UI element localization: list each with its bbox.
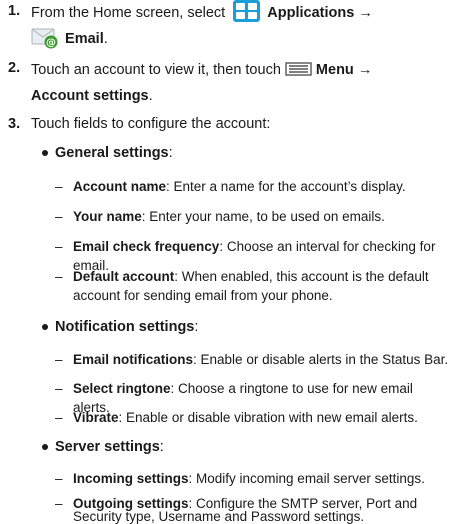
dash: – (55, 496, 63, 511)
item-term: Email check frequency (73, 239, 220, 254)
applications-grid-icon (233, 0, 261, 22)
bullet-dot (42, 324, 48, 330)
menu-label: Menu (315, 62, 354, 78)
list-item: – Outgoing settings: Configure the SMTP … (0, 496, 473, 524)
item-term: Incoming settings (73, 471, 189, 486)
step-text: From the Home screen, select (31, 5, 226, 21)
step-2: 2. Touch an account to view it, then tou… (0, 57, 473, 109)
period: . (148, 88, 153, 104)
item-term: Email notifications (73, 352, 194, 367)
section-title: Notification settings (55, 319, 195, 335)
step-3: 3. Touch fields to configure the account… (0, 111, 473, 137)
dash: – (55, 209, 63, 224)
applications-label: Applications (267, 5, 355, 21)
colon: : (168, 145, 173, 161)
bullet-dot (42, 444, 48, 450)
list-item: – Incoming settings: Modify incoming ema… (0, 469, 473, 488)
arrow: → (357, 62, 373, 78)
period: . (103, 31, 108, 47)
list-item: – Your name: Enter your name, to be used… (0, 207, 473, 226)
section-title: Server settings (55, 439, 160, 455)
list-item: – Email notifications: Enable or disable… (0, 350, 473, 369)
dash: – (55, 381, 63, 396)
dash: – (55, 410, 63, 425)
item-desc: : Enter your name, to be used on emails. (141, 209, 385, 224)
item-term: Vibrate (73, 410, 119, 425)
step-number: 3. (8, 116, 21, 132)
item-desc: : Enter a name for the account’s display… (166, 179, 406, 194)
dash: – (55, 269, 63, 284)
arrow: → (358, 5, 373, 21)
step-text: Touch an account to view it, then touch (31, 62, 281, 78)
email-envelope-icon: @ (31, 27, 59, 49)
colon: : (194, 319, 199, 335)
item-desc: : Enable or disable alerts in the Status… (193, 352, 449, 367)
step-number: 1. (8, 3, 21, 19)
list-item: – Account name: Enter a name for the acc… (0, 177, 473, 196)
item-term: Default account (73, 269, 175, 284)
section-title: General settings (55, 145, 169, 161)
item-term: Account name (73, 179, 167, 194)
list-item: – Default account: When enabled, this ac… (0, 267, 473, 305)
item-desc: : Enable or disable vibration with new e… (118, 410, 418, 425)
dash: – (55, 179, 63, 194)
email-label: Email (65, 31, 104, 47)
step-text: Touch fields to configure the account: (31, 116, 271, 132)
dash: – (55, 471, 63, 486)
list-item: – Vibrate: Enable or disable vibration w… (0, 408, 473, 427)
colon: : (159, 439, 164, 455)
svg-text:@: @ (46, 38, 56, 49)
step-number: 2. (8, 60, 21, 76)
bullet-dot (42, 150, 48, 156)
general-settings-heading: General settings: (0, 142, 173, 164)
item-term: Your name (73, 209, 142, 224)
step-1: 1. From the Home screen, select Applicat… (0, 0, 473, 52)
item-desc: : Modify incoming email server settings. (188, 471, 425, 486)
dash: – (55, 352, 63, 367)
menu-icon (285, 59, 312, 76)
dash: – (55, 239, 63, 254)
account-settings-label: Account settings (31, 88, 149, 104)
server-settings-heading: Server settings: (0, 436, 164, 458)
item-term: Select ringtone (73, 381, 171, 396)
notification-settings-heading: Notification settings: (0, 316, 198, 338)
